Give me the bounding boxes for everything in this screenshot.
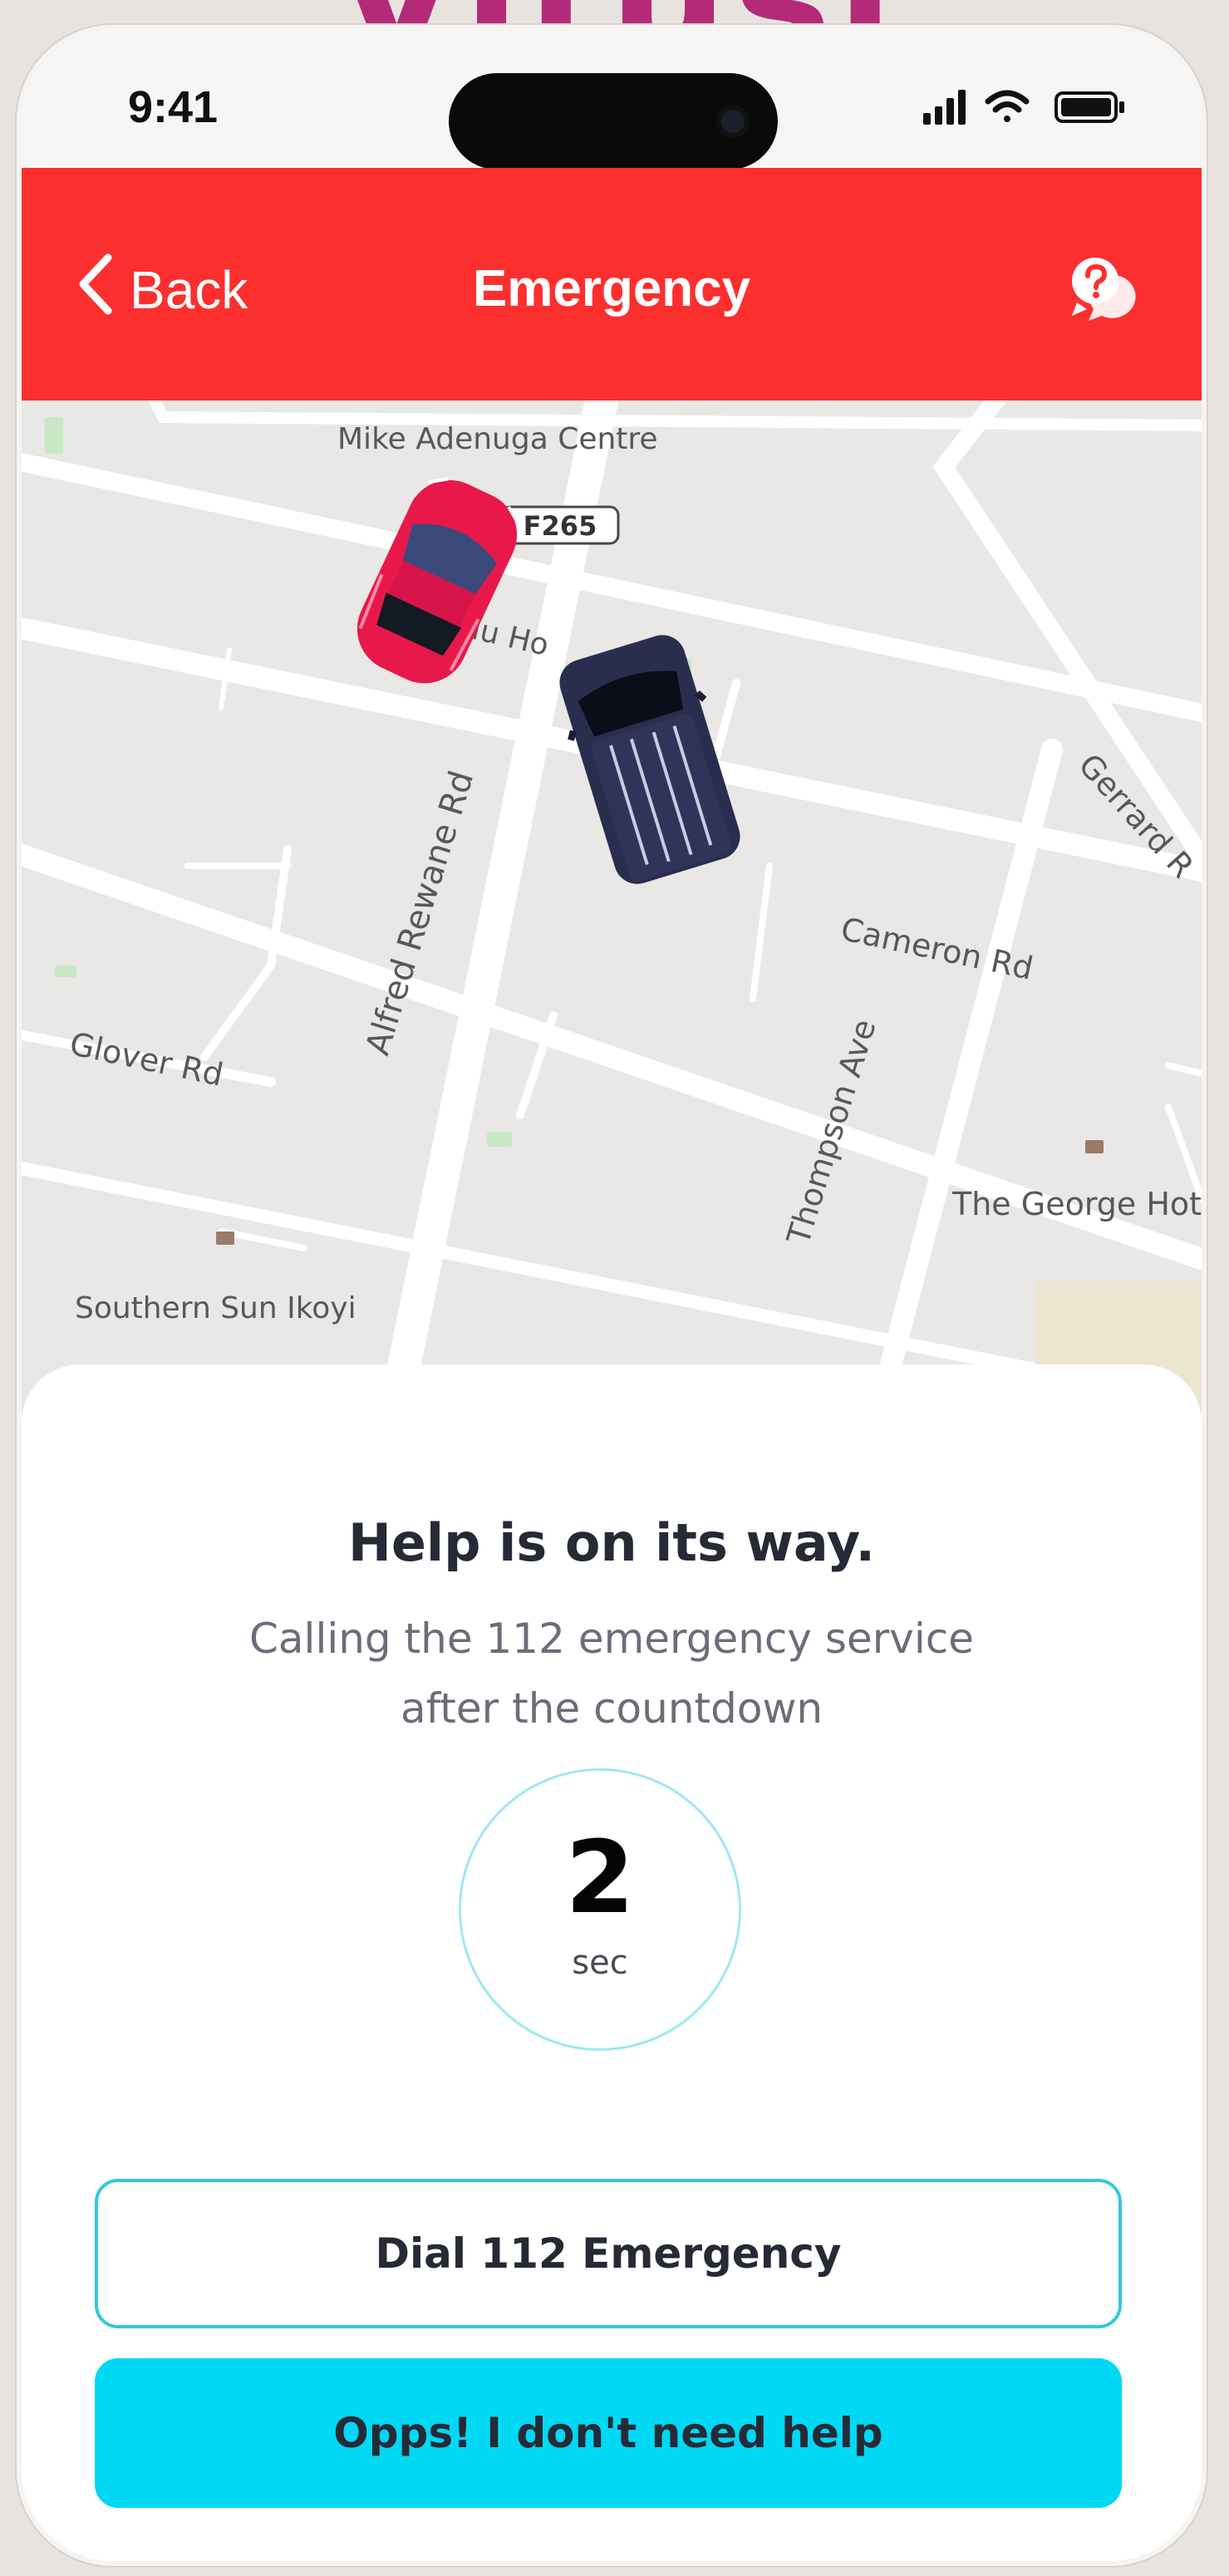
map-view[interactable]: Mike Adenuga Centre F265 lu Ho Alfred Re… bbox=[22, 401, 1202, 1431]
status-bar: 9:41 bbox=[22, 30, 1202, 170]
dark-car-icon bbox=[559, 635, 740, 884]
route-badge-label: F265 bbox=[524, 510, 597, 542]
sheet-subtext: Calling the 112 emergency service after … bbox=[249, 1615, 974, 1733]
dial-emergency-button[interactable]: Dial 112 Emergency bbox=[95, 2179, 1122, 2328]
header-bar: Back Emergency bbox=[22, 168, 1202, 401]
countdown-value: 2 bbox=[565, 1821, 635, 1936]
help-chat-icon bbox=[1072, 258, 1136, 321]
route-badge: F265 bbox=[500, 505, 620, 545]
countdown-timer: 2 sec bbox=[459, 1768, 741, 2051]
phone-frame: 9:41 Back Emergency Mike Adenuga Centre … bbox=[22, 30, 1202, 2561]
sheet-headline: Help is on its way. bbox=[347, 1512, 876, 1573]
map-label-george: The George Hot bbox=[951, 1186, 1202, 1222]
battery-icon bbox=[1054, 91, 1124, 123]
map-roads bbox=[22, 401, 1202, 1431]
front-camera bbox=[716, 105, 750, 138]
help-chat-button[interactable] bbox=[1065, 251, 1140, 326]
map-label-thompson: Thompson Ave bbox=[779, 1015, 882, 1249]
cancel-help-button[interactable]: Opps! I don't need help bbox=[95, 2358, 1122, 2508]
map-label-southern: Southern Sun Ikoyi bbox=[75, 1291, 356, 1325]
map-label-glover: Glover Rd bbox=[66, 1025, 226, 1094]
bottom-sheet: Help is on its way. Calling the 112 emer… bbox=[22, 1364, 1202, 2561]
page-title: Emergency bbox=[472, 260, 751, 317]
status-time: 9:41 bbox=[128, 82, 219, 132]
wifi-icon bbox=[985, 90, 1030, 122]
dynamic-island bbox=[449, 73, 778, 170]
background-brand-text: Vitusi bbox=[0, 0, 1229, 33]
brand-text: Vitusi bbox=[332, 0, 898, 33]
status-icons bbox=[923, 88, 1139, 126]
countdown-unit: sec bbox=[572, 1944, 628, 1982]
red-car-icon bbox=[356, 477, 521, 684]
map-label-landmark: Mike Adenuga Centre bbox=[337, 422, 658, 456]
signal-icon bbox=[923, 90, 966, 125]
